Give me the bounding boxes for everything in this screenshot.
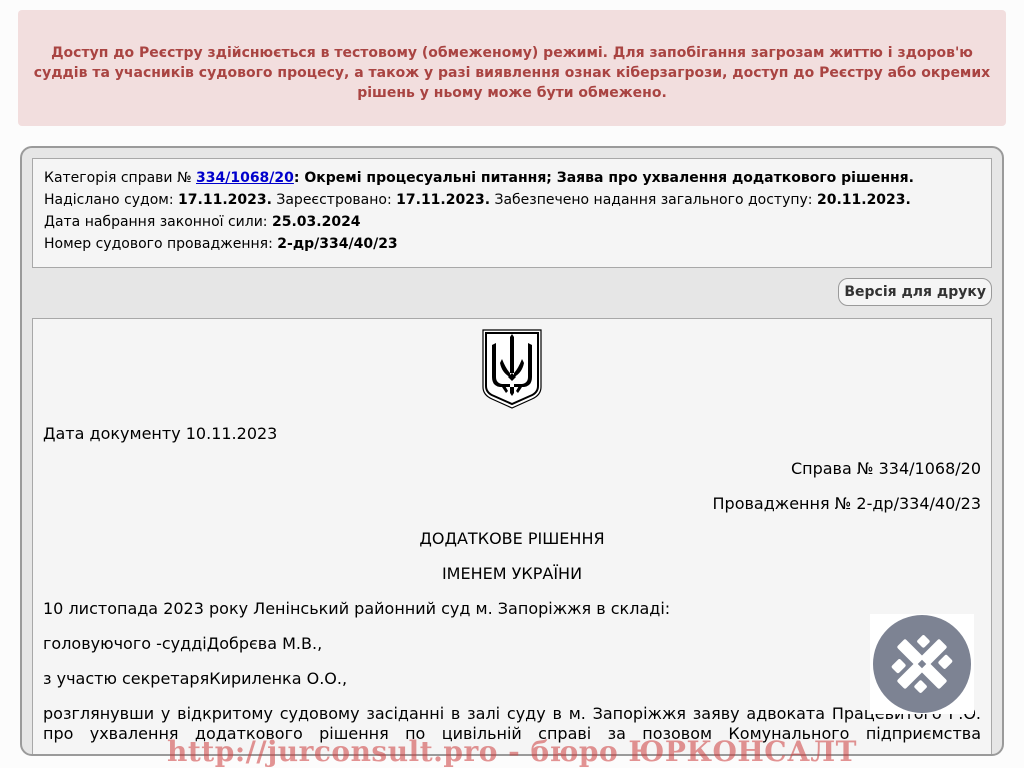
sent-value: 17.11.2023. <box>178 192 272 208</box>
case-number-link[interactable]: 334/1068/20 <box>196 170 294 186</box>
proceeding-number-text: Провадження № 2-др/334/40/23 <box>712 494 982 513</box>
public-access-label: Забезпечено надання загального доступу: <box>494 192 813 208</box>
paragraph-presiding-judge: головуючого -суддіДобрєва М.В., <box>43 634 323 653</box>
category-value: : Окремі процесуальні питання; Заява про… <box>293 170 914 186</box>
jurconsult-logo-icon <box>873 615 971 713</box>
effective-label: Дата набрання законної сили: <box>44 214 268 230</box>
sent-label: Надіслано судом: <box>44 192 174 208</box>
proceeding-row: Номер судового провадження: 2-др/334/40/… <box>44 233 991 255</box>
document-date: Дата документу 10.11.2023 <box>43 424 278 443</box>
document-body: Дата документу 10.11.2023 Справа № 334/1… <box>32 318 992 754</box>
print-version-button[interactable]: Версія для друку <box>838 278 992 306</box>
warning-banner: Доступ до Реєстру здійснюється в тестово… <box>18 10 1006 126</box>
registered-value: 17.11.2023. <box>396 192 491 208</box>
effective-date-row: Дата набрання законної сили: 25.03.2024 <box>44 211 991 233</box>
case-category-row: Категорія справи № 334/1068/20: Окремі п… <box>44 167 991 189</box>
effective-value: 25.03.2024 <box>271 214 361 230</box>
coat-of-arms-icon <box>482 329 542 409</box>
proceeding-label: Номер судового провадження: <box>44 236 273 252</box>
document-title: ДОДАТКОВЕ РІШЕННЯ <box>419 529 605 548</box>
category-label: Категорія справи № <box>44 170 192 186</box>
watermark-logo <box>870 614 974 714</box>
watermark-url: http://jurconsult.pro - бюро ЮРКОНСАЛТ <box>167 735 857 768</box>
warning-text: Доступ до Реєстру здійснюється в тестово… <box>33 45 991 101</box>
dates-row: Надіслано судом: 17.11.2023. Зареєстрова… <box>44 189 991 211</box>
proceeding-value: 2-др/334/40/23 <box>277 236 398 252</box>
case-number-text: Справа № 334/1068/20 <box>790 459 981 478</box>
decision-frame: Категорія справи № 334/1068/20: Окремі п… <box>20 146 1004 756</box>
document-subtitle: ІМЕНЕМ УКРАЇНИ <box>441 564 583 583</box>
public-access-value: 20.11.2023. <box>816 192 911 208</box>
registered-label: Зареєстровано: <box>276 192 392 208</box>
paragraph-hearing-line-1: розглянувши у відкритому судовому засіда… <box>43 704 981 723</box>
paragraph-secretary: з участю секретаряКириленка О.О., <box>43 669 348 688</box>
case-info-panel: Категорія справи № 334/1068/20: Окремі п… <box>32 158 992 268</box>
paragraph-court-composition: 10 листопада 2023 року Ленінський районн… <box>43 599 671 618</box>
